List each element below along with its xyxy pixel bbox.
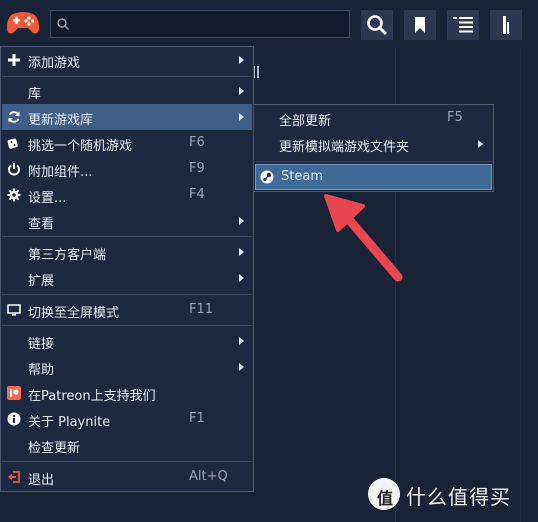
menu-item-label: 库 <box>28 87 42 102</box>
menu-item-label: 添加游戏 <box>28 56 81 71</box>
chevron-right-icon <box>239 217 244 225</box>
top-toolbar <box>0 0 538 48</box>
bookmark-icon <box>415 17 425 33</box>
submenu-item-steam[interactable]: Steam <box>255 164 492 190</box>
menu-item-label: 更新模拟端游戏文件夹 <box>279 140 410 155</box>
shortcut-label: Alt+Q <box>189 469 228 484</box>
search-input[interactable] <box>50 10 350 38</box>
search-icon <box>57 18 69 30</box>
watermark: 值 什么值得买 <box>368 477 538 513</box>
menu-item-label: 查看 <box>28 217 55 232</box>
menu-item-help[interactable]: 帮助 <box>1 354 253 380</box>
chevron-right-icon <box>239 274 244 282</box>
menu-item-settings[interactable]: 设置... F4 <box>1 182 253 208</box>
menu-item-label: 切换至全屏模式 <box>28 306 120 321</box>
search-button[interactable] <box>361 10 393 40</box>
menu-item-links[interactable]: 链接 <box>1 328 253 354</box>
info-icon <box>7 412 21 426</box>
menu-item-view[interactable]: 查看 <box>1 208 253 234</box>
shortcut-label: F9 <box>189 161 205 176</box>
menu-item-label: 挑选一个随机游戏 <box>28 139 133 154</box>
menu-item-label: 更新游戏库 <box>28 113 94 128</box>
menu-separator <box>255 161 492 162</box>
menu-item-label: 设置... <box>28 191 67 206</box>
menu-item-addons[interactable]: 附加组件... F9 <box>1 156 253 182</box>
menu-separator <box>2 325 252 326</box>
exit-icon <box>8 471 20 483</box>
watermark-badge: 值 <box>368 478 400 510</box>
menu-item-label: 帮助 <box>28 363 55 378</box>
menu-item-random-game[interactable]: 挑选一个随机游戏 F6 <box>1 130 253 156</box>
power-icon <box>8 163 20 176</box>
menu-item-label: 关于 Playnite <box>28 415 111 430</box>
menu-separator <box>2 461 252 462</box>
submenu-item-update-all[interactable]: 全部更新 F5 <box>254 105 493 131</box>
menu-item-library[interactable]: 库 <box>1 78 253 104</box>
menu-item-label: Steam <box>281 169 323 184</box>
chevron-right-icon <box>239 113 244 121</box>
gamepad-icon[interactable] <box>6 8 40 38</box>
menu-item-label: 在Patreon上支持我们 <box>28 389 156 404</box>
sort-icon <box>503 16 509 34</box>
chevron-right-icon <box>239 87 244 95</box>
refresh-icon <box>8 111 20 123</box>
menu-separator <box>2 76 252 77</box>
sort-button[interactable] <box>490 10 522 40</box>
list-view-icon <box>453 17 473 33</box>
update-library-submenu: 全部更新 F5 更新模拟端游戏文件夹 Steam <box>253 104 494 192</box>
bookmark-button[interactable] <box>404 10 436 40</box>
menu-item-label: 退出 <box>28 473 55 488</box>
menu-item-label: 扩展 <box>28 274 55 289</box>
menu-item-check-updates[interactable]: 检查更新 <box>1 432 253 458</box>
menu-item-about[interactable]: 关于 Playnite F1 <box>1 406 253 432</box>
menu-item-label: 第三方客户端 <box>28 248 107 263</box>
dice-icon <box>7 138 18 149</box>
menu-item-add-game[interactable]: 添加游戏 <box>1 47 253 73</box>
steam-icon <box>260 170 274 184</box>
watermark-text: 什么值得买 <box>406 485 511 509</box>
chevron-right-icon <box>239 363 244 371</box>
menu-item-label: 全部更新 <box>279 114 332 129</box>
plus-icon <box>8 54 20 66</box>
menu-item-label: 链接 <box>28 337 55 352</box>
chevron-right-icon <box>478 140 483 148</box>
menu-item-exit[interactable]: 退出 Alt+Q <box>1 464 253 490</box>
shortcut-label: F1 <box>189 411 205 426</box>
chevron-right-icon <box>239 337 244 345</box>
chevron-right-icon <box>239 248 244 256</box>
monitor-icon <box>7 304 21 316</box>
menu-separator <box>2 236 252 237</box>
menu-item-patreon[interactable]: 在Patreon上支持我们 <box>1 380 253 406</box>
menu-item-third-party-clients[interactable]: 第三方客户端 <box>1 239 253 265</box>
gear-icon <box>7 188 21 202</box>
red-arrow-annotation <box>324 194 403 282</box>
menu-separator <box>2 294 252 295</box>
menu-item-label: 检查更新 <box>28 441 81 456</box>
menu-item-update-library[interactable]: 更新游戏库 <box>2 104 252 130</box>
main-menu: 添加游戏 库 更新游戏库 挑选一个随机游戏 F6 附加组件... F9 设置..… <box>0 46 254 492</box>
column-divider <box>520 48 521 522</box>
shortcut-label: F4 <box>189 187 205 202</box>
shortcut-label: F6 <box>189 135 205 150</box>
search-icon <box>367 15 388 36</box>
list-view-button[interactable] <box>447 10 479 40</box>
chevron-right-icon <box>239 56 244 64</box>
menu-item-fullscreen[interactable]: 切换至全屏模式 F11 <box>1 297 253 323</box>
shortcut-label: F5 <box>447 110 463 125</box>
patreon-icon <box>7 386 21 400</box>
submenu-item-emulated-folders[interactable]: 更新模拟端游戏文件夹 <box>254 131 493 157</box>
menu-item-extensions[interactable]: 扩展 <box>1 265 253 291</box>
shortcut-label: F11 <box>189 302 214 317</box>
menu-item-label: 附加组件... <box>28 165 93 180</box>
